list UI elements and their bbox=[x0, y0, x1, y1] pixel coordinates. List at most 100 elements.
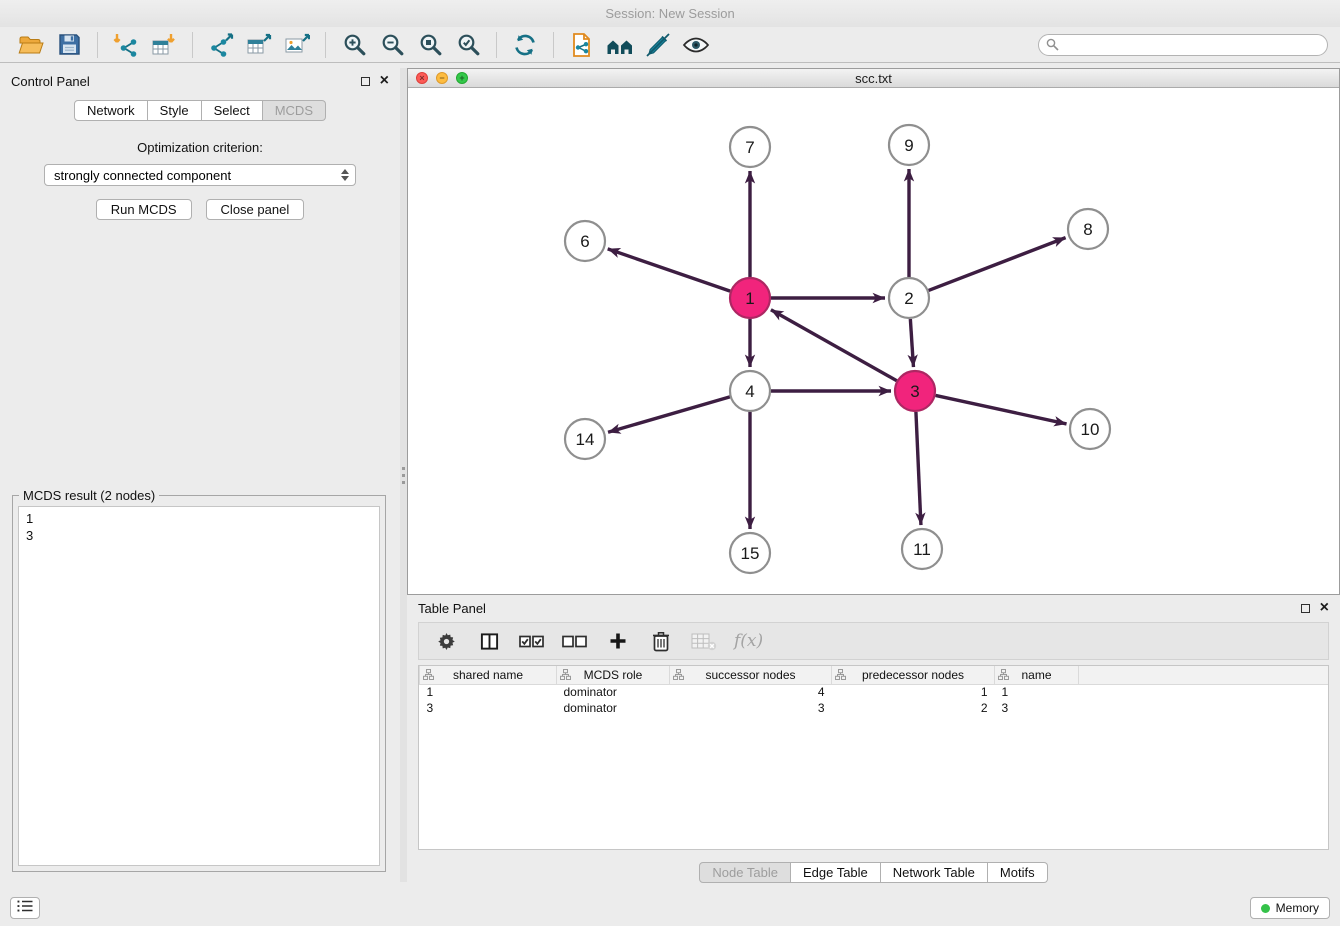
app-window: Session: New Session Control Panel × Net… bbox=[0, 0, 1340, 926]
float-table-panel-icon[interactable] bbox=[1301, 604, 1310, 613]
export-table-icon[interactable] bbox=[240, 30, 278, 60]
node-15[interactable]: 15 bbox=[730, 533, 770, 573]
zoom-in-icon[interactable] bbox=[335, 30, 373, 60]
edge-3-11[interactable] bbox=[916, 412, 921, 525]
column-header-name[interactable]: name bbox=[995, 666, 1079, 684]
column-header-mcds-role[interactable]: MCDS role bbox=[557, 666, 670, 684]
node-label: 15 bbox=[741, 544, 760, 563]
float-panel-icon[interactable] bbox=[361, 77, 370, 86]
mcds-result-title: MCDS result (2 nodes) bbox=[19, 488, 159, 503]
edge-2-3[interactable] bbox=[910, 319, 913, 367]
maximize-window-icon[interactable]: + bbox=[456, 72, 468, 84]
network-canvas[interactable]: 7 9 6 8 1 2 4 3 14 10 15 11 bbox=[408, 88, 1339, 594]
node-4[interactable]: 4 bbox=[730, 371, 770, 411]
mcds-result-panel: MCDS result (2 nodes) 1 3 bbox=[12, 495, 386, 872]
close-table-panel-icon[interactable]: × bbox=[1320, 602, 1329, 614]
edge-3-1[interactable] bbox=[771, 310, 897, 381]
open-file-icon[interactable] bbox=[12, 30, 50, 60]
node-6[interactable]: 6 bbox=[565, 221, 605, 261]
table-row[interactable]: 1dominator411 bbox=[420, 684, 1329, 700]
node-label: 10 bbox=[1081, 420, 1100, 439]
zoom-selected-icon[interactable] bbox=[449, 30, 487, 60]
column-header-filler bbox=[1079, 666, 1329, 684]
tab-mcds[interactable]: MCDS bbox=[263, 100, 326, 121]
run-mcds-button[interactable]: Run MCDS bbox=[96, 199, 192, 220]
status-bar: Memory bbox=[0, 890, 1340, 926]
node-8[interactable]: 8 bbox=[1068, 209, 1108, 249]
zoom-out-icon[interactable] bbox=[373, 30, 411, 60]
save-session-icon[interactable] bbox=[50, 30, 88, 60]
close-panel-button[interactable]: Close panel bbox=[206, 199, 305, 220]
toolbar-separator bbox=[97, 32, 98, 58]
node-1[interactable]: 1 bbox=[730, 278, 770, 318]
export-image-icon[interactable] bbox=[278, 30, 316, 60]
column-header-predecessor-nodes[interactable]: predecessor nodes bbox=[832, 666, 995, 684]
mcds-result-list[interactable]: 1 3 bbox=[18, 506, 380, 866]
tab-node-table[interactable]: Node Table bbox=[699, 862, 791, 883]
node-11[interactable]: 11 bbox=[902, 529, 942, 569]
delete-button[interactable] bbox=[648, 627, 674, 655]
graphics-details-icon[interactable] bbox=[677, 30, 715, 60]
node-10[interactable]: 10 bbox=[1070, 409, 1110, 449]
memory-button[interactable]: Memory bbox=[1250, 897, 1330, 919]
optimization-label: Optimization criterion: bbox=[0, 140, 400, 155]
network-window-titlebar[interactable]: × − + scc.txt bbox=[408, 69, 1339, 88]
settings-button[interactable] bbox=[433, 627, 459, 655]
edge-2-8[interactable] bbox=[929, 238, 1066, 291]
toolbar-buttons bbox=[12, 30, 715, 60]
node-table-body: 1dominator4113dominator323 bbox=[420, 684, 1329, 716]
import-network-icon[interactable] bbox=[107, 30, 145, 60]
control-panel-tabs: NetworkStyleSelectMCDS bbox=[0, 100, 400, 121]
tab-network[interactable]: Network bbox=[74, 100, 148, 121]
node-label: 3 bbox=[910, 382, 919, 401]
control-panel-header: Control Panel × bbox=[0, 68, 400, 94]
control-panel-title: Control Panel bbox=[11, 74, 90, 89]
panel-splitter[interactable] bbox=[400, 68, 407, 882]
columns-button[interactable] bbox=[476, 627, 502, 655]
table-row[interactable]: 3dominator323 bbox=[420, 700, 1329, 716]
window-title: Session: New Session bbox=[605, 6, 734, 21]
column-header-shared-name[interactable]: shared name bbox=[420, 666, 557, 684]
deselect-all-button[interactable] bbox=[562, 627, 588, 655]
node-9[interactable]: 9 bbox=[889, 125, 929, 165]
zoom-fit-icon[interactable] bbox=[411, 30, 449, 60]
node-2[interactable]: 2 bbox=[889, 278, 929, 318]
edge-4-14[interactable] bbox=[608, 397, 730, 432]
import-table-icon[interactable] bbox=[145, 30, 183, 60]
tab-edge-table[interactable]: Edge Table bbox=[791, 862, 881, 883]
column-tree-icon bbox=[673, 669, 684, 683]
task-history-button[interactable] bbox=[10, 897, 40, 919]
node-7[interactable]: 7 bbox=[730, 127, 770, 167]
nested-networks-icon[interactable] bbox=[601, 30, 639, 60]
search-input[interactable] bbox=[1038, 34, 1328, 56]
node-3[interactable]: 3 bbox=[895, 371, 935, 411]
node-label: 6 bbox=[580, 232, 589, 251]
node-label: 2 bbox=[904, 289, 913, 308]
table-panel-tabs: Node TableEdge TableNetwork TableMotifs bbox=[407, 862, 1340, 883]
tab-select[interactable]: Select bbox=[202, 100, 263, 121]
node-label: 7 bbox=[745, 138, 754, 157]
edge-1-6[interactable] bbox=[608, 249, 730, 291]
close-window-icon[interactable]: × bbox=[416, 72, 428, 84]
node-label: 11 bbox=[913, 540, 931, 559]
column-header-successor-nodes[interactable]: successor nodes bbox=[670, 666, 832, 684]
node-label: 9 bbox=[904, 136, 913, 155]
minimize-window-icon[interactable]: − bbox=[436, 72, 448, 84]
toolbar-separator bbox=[325, 32, 326, 58]
edge-3-10[interactable] bbox=[936, 395, 1067, 423]
add-button[interactable] bbox=[605, 627, 631, 655]
tab-style[interactable]: Style bbox=[148, 100, 202, 121]
refresh-icon[interactable] bbox=[506, 30, 544, 60]
optimization-value: strongly connected component bbox=[54, 168, 231, 183]
export-network-icon[interactable] bbox=[202, 30, 240, 60]
select-all-button[interactable] bbox=[519, 627, 545, 655]
close-panel-icon[interactable]: × bbox=[380, 75, 389, 87]
node-14[interactable]: 14 bbox=[565, 419, 605, 459]
network-from-selection-icon[interactable] bbox=[563, 30, 601, 60]
optimization-select[interactable]: strongly connected component bbox=[44, 164, 356, 186]
tab-network-table[interactable]: Network Table bbox=[881, 862, 988, 883]
tab-motifs[interactable]: Motifs bbox=[988, 862, 1048, 883]
memory-status-dot bbox=[1261, 904, 1270, 913]
toolbar-separator bbox=[192, 32, 193, 58]
style-brush-icon[interactable] bbox=[639, 30, 677, 60]
